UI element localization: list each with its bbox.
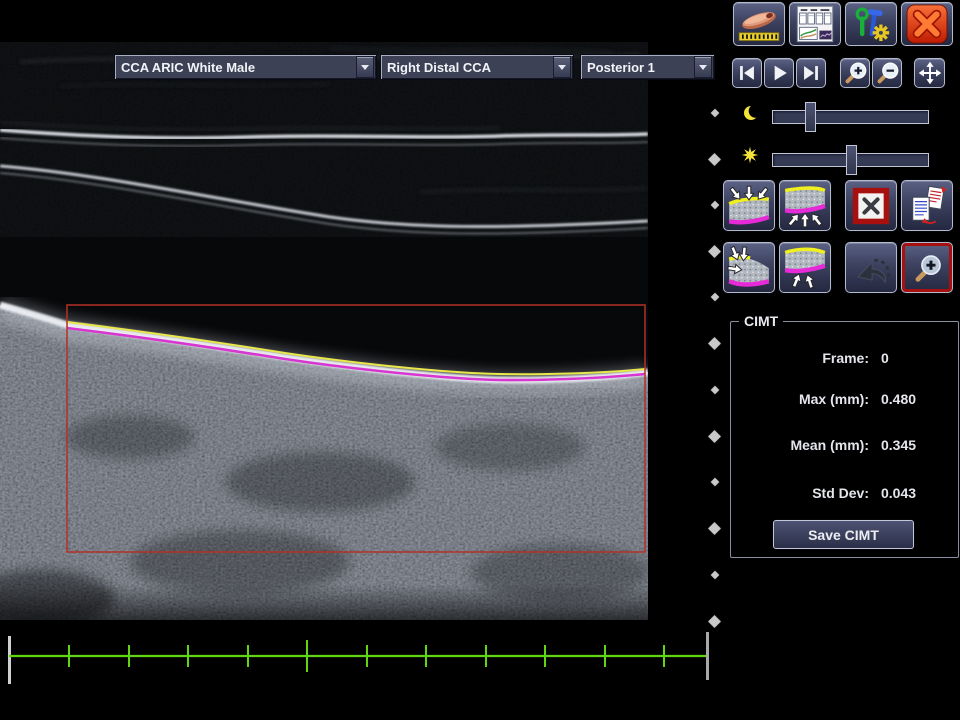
report-button[interactable] bbox=[789, 2, 841, 46]
play-button[interactable] bbox=[764, 58, 794, 88]
edit-near-wall-icon bbox=[727, 246, 771, 290]
delete-icon bbox=[849, 184, 893, 228]
first-frame-button[interactable] bbox=[732, 58, 762, 88]
protocol-dropdown-arrow[interactable] bbox=[356, 56, 374, 78]
undo-button[interactable] bbox=[845, 242, 897, 293]
view-dropdown[interactable]: Posterior 1 bbox=[580, 54, 715, 80]
edit-near-wall-button[interactable] bbox=[723, 242, 775, 293]
play-icon bbox=[766, 60, 792, 86]
first-frame-icon bbox=[734, 60, 760, 86]
chevron-down-icon bbox=[361, 65, 369, 70]
mean-value: 0.345 bbox=[881, 436, 916, 454]
view-dropdown-value: Posterior 1 bbox=[581, 60, 694, 75]
marker-diamond bbox=[711, 571, 719, 579]
marker-diamond bbox=[708, 153, 721, 166]
max-value: 0.480 bbox=[881, 390, 916, 408]
marker-diamond bbox=[711, 386, 719, 394]
brightness-slider-thumb[interactable] bbox=[846, 145, 857, 175]
zoom-tool-button[interactable] bbox=[901, 242, 953, 293]
stddev-value: 0.043 bbox=[881, 484, 916, 502]
pan-button[interactable] bbox=[914, 58, 945, 88]
brightness-slider[interactable] bbox=[772, 153, 929, 167]
cimt-panel: CIMT Frame: 0 Max (mm): 0.480 Mean (mm):… bbox=[730, 321, 959, 558]
segment-dropdown-arrow[interactable] bbox=[553, 56, 571, 78]
moon-icon bbox=[742, 103, 762, 123]
marker-diamond bbox=[711, 293, 719, 301]
marker-diamond bbox=[711, 201, 719, 209]
save-cimt-button[interactable]: Save CIMT bbox=[773, 520, 914, 549]
stddev-label: Std Dev: bbox=[731, 484, 869, 502]
close-button[interactable] bbox=[901, 2, 953, 46]
segment-dropdown[interactable]: Right Distal CCA bbox=[380, 54, 574, 80]
mean-label: Mean (mm): bbox=[731, 436, 869, 454]
marker-diamond bbox=[708, 430, 721, 443]
marker-diamond bbox=[708, 245, 721, 258]
edit-far-wall-icon bbox=[783, 246, 827, 290]
marker-diamond bbox=[711, 478, 719, 486]
sun-icon bbox=[740, 145, 760, 165]
close-icon bbox=[903, 4, 951, 44]
view-dropdown-arrow[interactable] bbox=[694, 56, 712, 78]
contrast-slider-thumb[interactable] bbox=[805, 102, 816, 132]
settings-button[interactable] bbox=[845, 2, 897, 46]
frame-value: 0 bbox=[881, 349, 889, 367]
copy-report-button[interactable] bbox=[901, 180, 953, 231]
delete-trace-button[interactable] bbox=[845, 180, 897, 231]
last-frame-button[interactable] bbox=[796, 58, 826, 88]
zoom-out-button[interactable] bbox=[872, 58, 902, 88]
marker-diamond bbox=[708, 522, 721, 535]
protocol-dropdown[interactable]: CCA ARIC White Male bbox=[114, 54, 377, 80]
marker-diamond bbox=[711, 109, 719, 117]
zoom-tool-icon bbox=[910, 251, 944, 285]
max-label: Max (mm): bbox=[731, 390, 869, 408]
last-frame-icon bbox=[798, 60, 824, 86]
ultrasound-image[interactable] bbox=[0, 42, 648, 620]
scale-ruler bbox=[0, 630, 715, 690]
marker-diamond bbox=[708, 615, 721, 628]
zoom-in-icon bbox=[841, 59, 869, 87]
undo-icon bbox=[849, 246, 893, 290]
frame-label: Frame: bbox=[731, 349, 869, 367]
marker-diamond bbox=[708, 337, 721, 350]
snap-far-wall-icon bbox=[783, 184, 827, 228]
cimt-panel-legend: CIMT bbox=[739, 313, 783, 329]
contrast-slider[interactable] bbox=[772, 110, 929, 124]
snap-near-wall-icon bbox=[727, 184, 771, 228]
zoom-in-button[interactable] bbox=[840, 58, 870, 88]
pan-icon bbox=[917, 60, 943, 86]
tools-icon bbox=[849, 5, 893, 43]
report-icon bbox=[793, 5, 837, 43]
chevron-down-icon bbox=[699, 65, 707, 70]
measure-tool-button[interactable] bbox=[733, 2, 785, 46]
documents-icon bbox=[905, 184, 949, 228]
app-window: CCA ARIC White Male Right Distal CCA Pos… bbox=[0, 0, 960, 720]
chevron-down-icon bbox=[558, 65, 566, 70]
zoom-out-icon bbox=[873, 59, 901, 87]
artery-caliper-icon bbox=[737, 5, 781, 43]
snap-far-wall-button[interactable] bbox=[779, 180, 831, 231]
segment-dropdown-value: Right Distal CCA bbox=[381, 60, 553, 75]
edit-far-wall-button[interactable] bbox=[779, 242, 831, 293]
protocol-dropdown-value: CCA ARIC White Male bbox=[115, 60, 356, 75]
snap-near-wall-button[interactable] bbox=[723, 180, 775, 231]
